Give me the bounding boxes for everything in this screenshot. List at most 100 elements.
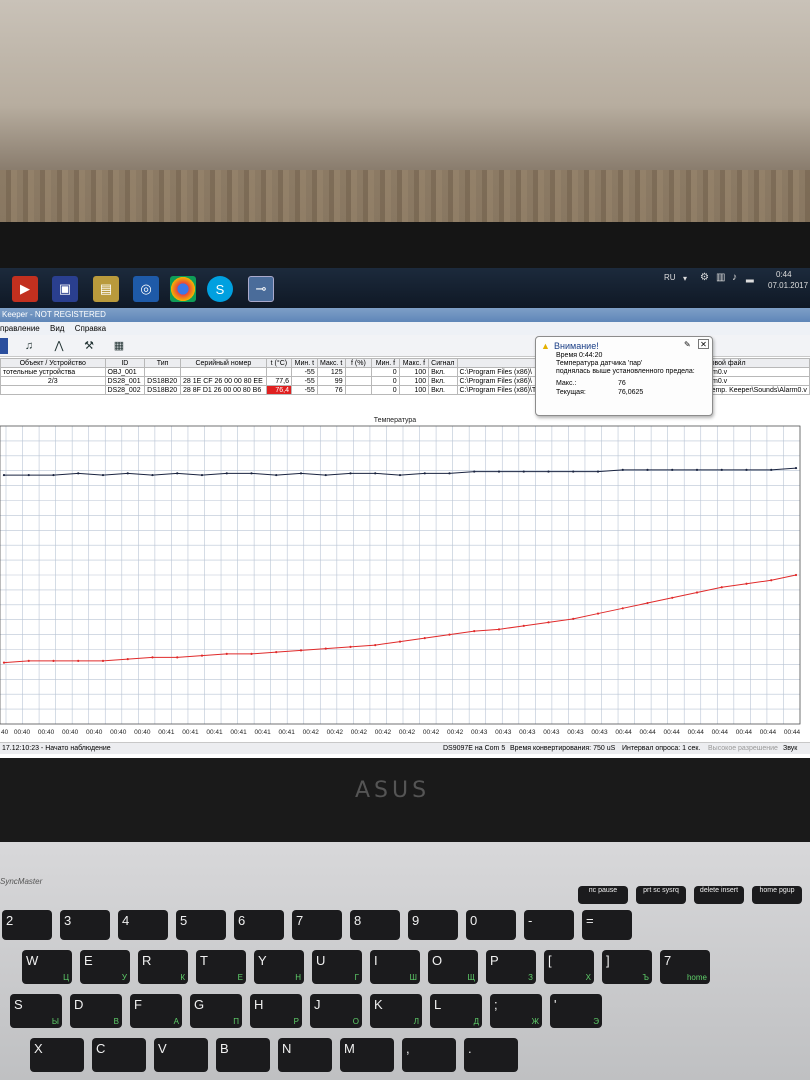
header-max-f[interactable]: Макс. f bbox=[398, 358, 430, 368]
x-tick-label: 00:44 bbox=[712, 729, 729, 736]
key-3-7[interactable]: . bbox=[464, 1038, 518, 1072]
series-point-0 bbox=[572, 470, 575, 473]
header-signal[interactable]: Сигнал bbox=[428, 358, 458, 368]
key-0-8[interactable]: 0 bbox=[466, 910, 516, 940]
function-key[interactable]: prt sc sysrq bbox=[636, 886, 686, 904]
key-1-2[interactable]: RК bbox=[138, 950, 188, 984]
tray-app-icon[interactable]: ⚙ bbox=[700, 272, 709, 283]
settings-icon[interactable]: ⚒ bbox=[80, 338, 98, 354]
signal-icon[interactable]: ▂ bbox=[746, 272, 754, 283]
key-label: - bbox=[528, 913, 533, 928]
tray-expand-icon[interactable]: ▾ bbox=[683, 274, 687, 283]
key-2-3[interactable]: GП bbox=[190, 994, 242, 1028]
menu-control[interactable]: правление bbox=[0, 324, 40, 333]
key-sub-label: У bbox=[121, 973, 127, 982]
key-label: ; bbox=[494, 997, 498, 1012]
clock-date[interactable]: 07.01.2017 bbox=[768, 281, 808, 290]
key-label: K bbox=[374, 997, 383, 1012]
bell-icon[interactable]: ♫ bbox=[20, 338, 38, 354]
laptop-bottom-bezel: ASUS bbox=[0, 758, 810, 848]
header-min-t[interactable]: Мин. t bbox=[290, 358, 318, 368]
key-0-0[interactable]: 2 bbox=[2, 910, 52, 940]
function-key[interactable]: delete insert bbox=[694, 886, 744, 904]
key-3-6[interactable]: , bbox=[402, 1038, 456, 1072]
key-2-0[interactable]: SЫ bbox=[10, 994, 62, 1028]
key-0-7[interactable]: 9 bbox=[408, 910, 458, 940]
menu-help[interactable]: Справка bbox=[75, 324, 106, 333]
header-type[interactable]: Тип bbox=[144, 358, 181, 368]
header-temp[interactable]: t (°C) bbox=[265, 358, 292, 368]
close-icon[interactable]: ✕ bbox=[698, 339, 709, 349]
key-0-10[interactable]: = bbox=[582, 910, 632, 940]
key-1-8[interactable]: PЗ bbox=[486, 950, 536, 984]
key-2-2[interactable]: FА bbox=[130, 994, 182, 1028]
report-icon[interactable]: ▦ bbox=[110, 338, 128, 354]
menu-view[interactable]: Вид bbox=[50, 324, 64, 333]
key-1-10[interactable]: ] Ъ bbox=[602, 950, 652, 984]
x-tick-label: 00:44 bbox=[784, 729, 801, 736]
status-sound[interactable]: Звук bbox=[783, 743, 797, 755]
graph-icon[interactable]: ⋀ bbox=[50, 338, 68, 354]
tool-device-icon[interactable] bbox=[0, 338, 8, 354]
key-3-1[interactable]: C bbox=[92, 1038, 146, 1072]
key-3-5[interactable]: M bbox=[340, 1038, 394, 1072]
key-1-4[interactable]: YН bbox=[254, 950, 304, 984]
function-key[interactable]: home pgup bbox=[752, 886, 802, 904]
clock-time[interactable]: 0:44 bbox=[776, 270, 792, 279]
key-0-4[interactable]: 6 bbox=[234, 910, 284, 940]
header-min-f[interactable]: Мин. f bbox=[371, 358, 400, 368]
key-2-9[interactable]: ' Э bbox=[550, 994, 602, 1028]
media-player-icon[interactable]: ▶ bbox=[12, 276, 38, 302]
function-key[interactable]: пс pause bbox=[578, 886, 628, 904]
chrome-icon[interactable] bbox=[170, 276, 196, 302]
series-point-1 bbox=[275, 651, 278, 654]
key-2-4[interactable]: HР bbox=[250, 994, 302, 1028]
key-3-2[interactable]: V bbox=[154, 1038, 208, 1072]
key-0-9[interactable]: - bbox=[524, 910, 574, 940]
key-3-4[interactable]: N bbox=[278, 1038, 332, 1072]
skype-icon[interactable]: S bbox=[207, 276, 233, 302]
save-icon[interactable]: ▣ bbox=[52, 276, 78, 302]
cell-type: DS18B20 bbox=[144, 385, 181, 395]
key-0-5[interactable]: 7 bbox=[292, 910, 342, 940]
thermometer-app-icon[interactable]: ⊸ bbox=[248, 276, 274, 302]
key-2-7[interactable]: LД bbox=[430, 994, 482, 1028]
key-0-1[interactable]: 3 bbox=[60, 910, 110, 940]
header-object[interactable]: Объект / Устройство bbox=[0, 358, 106, 368]
key-1-7[interactable]: OЩ bbox=[428, 950, 478, 984]
folder-icon[interactable]: ▤ bbox=[93, 276, 119, 302]
x-tick-label: 00:40 bbox=[86, 729, 103, 736]
status-conversion: Время конвертирования: 750 uS bbox=[510, 745, 616, 752]
header-id[interactable]: ID bbox=[104, 358, 146, 368]
series-point-0 bbox=[547, 470, 550, 473]
key-2-5[interactable]: JО bbox=[310, 994, 362, 1028]
key-2-8[interactable]: ; Ж bbox=[490, 994, 542, 1028]
header-max-t[interactable]: Макс. t bbox=[316, 358, 346, 368]
key-0-2[interactable]: 4 bbox=[118, 910, 168, 940]
key-1-1[interactable]: EУ bbox=[80, 950, 130, 984]
network-icon[interactable]: ▥ bbox=[716, 272, 725, 283]
key-1-0[interactable]: WЦ bbox=[22, 950, 72, 984]
tree-count[interactable]: 2/3 bbox=[0, 376, 106, 386]
header-serial[interactable]: Серийный номер bbox=[179, 358, 267, 368]
tree-root[interactable]: тотельные устройства bbox=[0, 367, 106, 377]
pin-icon[interactable]: ✎ bbox=[684, 340, 691, 349]
key-2-1[interactable]: DВ bbox=[70, 994, 122, 1028]
key-1-9[interactable]: [Х bbox=[544, 950, 594, 984]
volume-icon[interactable]: ♪ bbox=[732, 272, 737, 283]
header-f[interactable]: f (%) bbox=[344, 358, 373, 368]
key-3-3[interactable]: B bbox=[216, 1038, 270, 1072]
language-indicator[interactable]: RU bbox=[664, 273, 676, 282]
key-0-3[interactable]: 5 bbox=[176, 910, 226, 940]
alarm-notification[interactable]: ▲ ✎ ✕ Внимание! Время 0:44:20 Температур… bbox=[535, 336, 713, 416]
key-1-3[interactable]: TЕ bbox=[196, 950, 246, 984]
key-1-11[interactable]: 7 home bbox=[660, 950, 710, 984]
window-title: Keeper - NOT REGISTERED bbox=[0, 308, 810, 322]
app-icon[interactable]: ◎ bbox=[133, 276, 159, 302]
key-1-6[interactable]: IШ bbox=[370, 950, 420, 984]
x-tick-label: 00:44 bbox=[688, 729, 705, 736]
key-0-6[interactable]: 8 bbox=[350, 910, 400, 940]
key-1-5[interactable]: UГ bbox=[312, 950, 362, 984]
key-2-6[interactable]: KЛ bbox=[370, 994, 422, 1028]
key-3-0[interactable]: X bbox=[30, 1038, 84, 1072]
